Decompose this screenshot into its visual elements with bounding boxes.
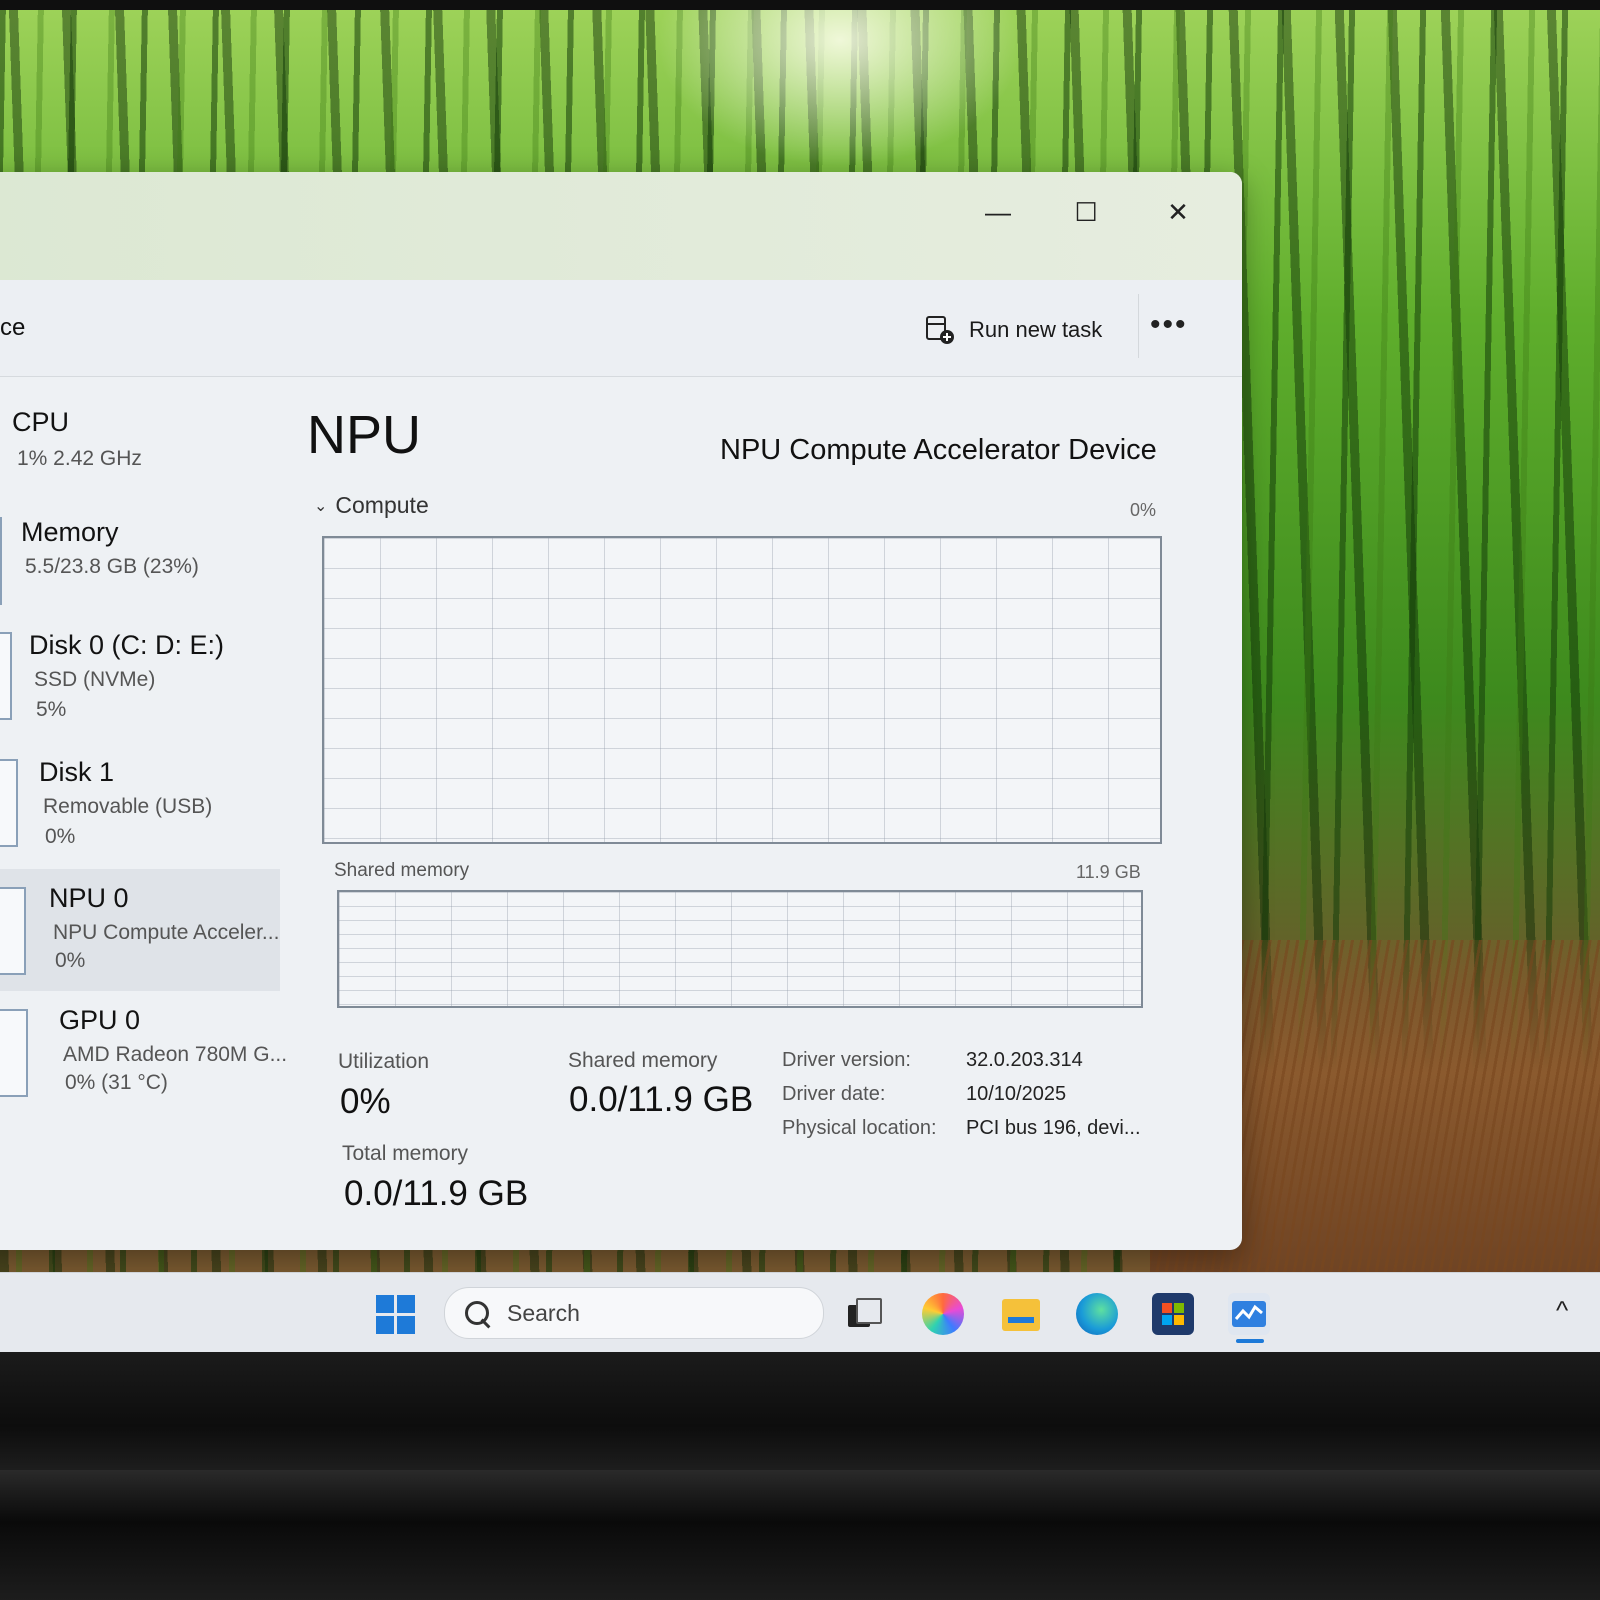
task-manager-window: — ☐ ✕ ce Run new task ••• CPU 1% 2.42 GH… — [0, 172, 1242, 1250]
sidebar-item-usage: 0% — [55, 949, 86, 972]
sidebar-item-title: Disk 1 — [39, 757, 115, 787]
device-name: NPU Compute Accelerator Device — [720, 434, 1157, 466]
sidebar-item-title: Disk 0 (C: D: E:) — [29, 630, 225, 660]
memory-thumbnail — [0, 517, 2, 605]
more-icon: ••• — [1150, 308, 1188, 341]
edge-icon[interactable] — [1076, 1293, 1118, 1335]
driver-version-label: Driver version: — [782, 1049, 911, 1071]
driver-date-value: 10/10/2025 — [966, 1083, 1067, 1105]
total-memory-value: 0.0/11.9 GB — [344, 1174, 529, 1213]
sidebar-item-usage: 0% (31 °C) — [65, 1071, 168, 1094]
physical-location-label: Physical location: — [782, 1117, 937, 1139]
show-hidden-icons-button[interactable]: ^ — [1556, 1295, 1568, 1326]
utilization-label: Utilization — [338, 1050, 430, 1073]
page-title: ce — [0, 314, 26, 341]
copilot-icon[interactable] — [922, 1293, 964, 1335]
task-view-icon[interactable] — [842, 1293, 884, 1335]
taskbar-search-box[interactable]: Search — [444, 1287, 824, 1339]
file-explorer-icon[interactable] — [1000, 1293, 1042, 1335]
sidebar-item-detail: Removable (USB) — [43, 795, 213, 818]
sidebar-item-detail: 5.5/23.8 GB (23%) — [25, 555, 199, 578]
minimize-button[interactable]: — — [976, 190, 1020, 234]
maximize-icon: ☐ — [1074, 196, 1098, 227]
windows-start-icon[interactable] — [376, 1295, 416, 1335]
search-icon — [465, 1301, 489, 1325]
sidebar-item-usage: 0% — [45, 825, 76, 848]
task-manager-chart-icon — [1232, 1301, 1266, 1327]
shared-memory-graph-label: Shared memory — [334, 860, 470, 881]
performance-sidebar: CPU 1% 2.42 GHz Memory 5.5/23.8 GB (23%)… — [0, 377, 287, 1247]
sidebar-item-disk-1[interactable]: Disk 1 Removable (USB) 0% — [0, 749, 280, 864]
close-icon: ✕ — [1167, 196, 1189, 227]
title-bar[interactable]: — ☐ ✕ — [0, 172, 1242, 280]
search-placeholder: Search — [507, 1299, 580, 1326]
compute-graph — [322, 536, 1162, 844]
close-button[interactable]: ✕ — [1156, 190, 1200, 234]
shared-memory-value: 0.0/11.9 GB — [569, 1080, 754, 1119]
driver-version-value: 32.0.203.314 — [966, 1049, 1083, 1071]
taskbar: Search ^ — [0, 1272, 1600, 1353]
utilization-value: 0% — [340, 1082, 391, 1121]
sidebar-item-disk-0[interactable]: Disk 0 (C: D: E:) SSD (NVMe) 5% — [0, 622, 280, 737]
toolbar-separator — [1138, 294, 1139, 358]
compute-graph-header[interactable]: ⌄ Compute — [314, 492, 429, 519]
physical-location-value: PCI bus 196, devi... — [966, 1117, 1141, 1139]
chevron-up-icon: ^ — [1556, 1295, 1569, 1325]
active-app-indicator — [1236, 1339, 1264, 1343]
shared-memory-graph-max: 11.9 GB — [1076, 862, 1141, 882]
shared-memory-graph — [337, 890, 1143, 1008]
compute-percent: 0% — [1130, 500, 1157, 520]
sidebar-item-detail: SSD (NVMe) — [34, 668, 156, 691]
sidebar-item-title: CPU — [12, 407, 70, 437]
sidebar-item-npu-0[interactable]: NPU 0 NPU Compute Acceler... 0% — [0, 869, 280, 991]
maximize-button[interactable]: ☐ — [1064, 190, 1108, 234]
toolbar: ce Run new task ••• — [0, 280, 1242, 377]
page-heading: NPU — [307, 405, 422, 465]
store-icon[interactable] — [1152, 1293, 1194, 1335]
run-new-task-icon — [926, 316, 954, 344]
total-memory-label: Total memory — [342, 1142, 469, 1165]
sidebar-item-cpu[interactable]: CPU 1% 2.42 GHz — [0, 397, 280, 497]
sidebar-item-memory[interactable]: Memory 5.5/23.8 GB (23%) — [0, 507, 280, 607]
chevron-down-icon: ⌄ — [314, 497, 328, 515]
sidebar-item-usage: 5% — [36, 698, 67, 721]
shared-memory-label: Shared memory — [568, 1049, 718, 1072]
minimize-icon: — — [985, 196, 1011, 227]
gpu-0-thumbnail — [0, 1009, 28, 1097]
driver-date-label: Driver date: — [782, 1083, 886, 1105]
sidebar-item-detail: NPU Compute Acceler... — [53, 921, 280, 944]
sidebar-item-gpu-0[interactable]: GPU 0 AMD Radeon 780M G... 0% (31 °C) — [0, 999, 287, 1114]
sidebar-item-title: GPU 0 — [59, 1005, 141, 1035]
task-manager-icon[interactable] — [1228, 1293, 1270, 1335]
sidebar-item-detail: 1% 2.42 GHz — [17, 447, 142, 470]
more-options-button[interactable]: ••• — [1150, 308, 1188, 342]
screen-bezel-top — [0, 0, 1600, 10]
sidebar-item-title: NPU 0 — [49, 883, 129, 913]
sidebar-item-title: Memory — [21, 517, 119, 547]
compute-label: Compute — [335, 492, 429, 518]
disk-0-thumbnail — [0, 632, 12, 720]
run-new-task-button[interactable]: Run new task — [925, 310, 1102, 350]
disk-1-thumbnail — [0, 759, 18, 847]
sidebar-item-detail: AMD Radeon 780M G... — [63, 1043, 288, 1066]
laptop-hinge — [0, 1470, 1600, 1600]
npu-0-thumbnail — [0, 887, 26, 975]
run-new-task-label: Run new task — [969, 317, 1103, 342]
